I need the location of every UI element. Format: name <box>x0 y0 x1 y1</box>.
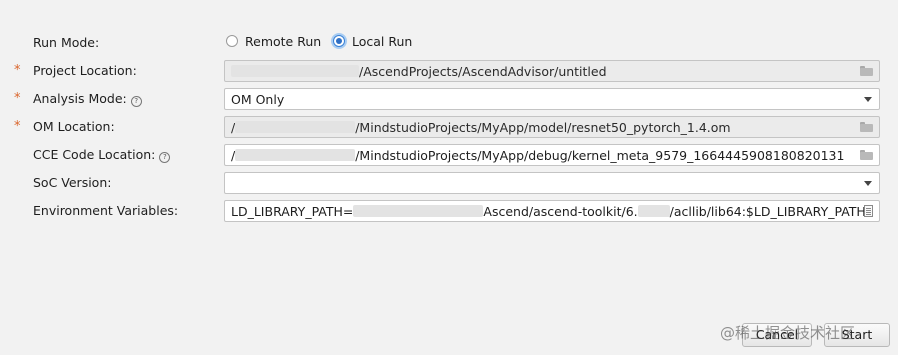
remote-run-label[interactable]: Remote Run <box>245 34 321 49</box>
analysis-mode-select[interactable]: OM Only <box>224 88 880 110</box>
project-location-label: Project Location: <box>33 63 137 78</box>
om-location-field[interactable]: //MindstudioProjects/MyApp/model/resnet5… <box>224 116 880 138</box>
chevron-down-icon[interactable] <box>864 181 872 186</box>
required-mark: * <box>14 63 21 78</box>
project-location-row: * Project Location: /AscendProjects/Asce… <box>0 60 898 82</box>
analysis-mode-label: Analysis Mode: <box>33 91 127 106</box>
soc-version-label: SoC Version: <box>33 175 112 190</box>
redacted-path <box>235 121 356 133</box>
cce-code-location-label-wrap: CCE Code Location:? <box>33 147 171 163</box>
required-mark: * <box>14 91 21 106</box>
environment-variables-row: Environment Variables: LD_LIBRARY_PATH= A… <box>0 200 898 222</box>
folder-icon[interactable] <box>860 66 873 76</box>
cce-code-location-label: CCE Code Location: <box>33 147 156 162</box>
om-location-row: * OM Location: //MindstudioProjects/MyAp… <box>0 116 898 138</box>
environment-variables-field[interactable]: LD_LIBRARY_PATH= Ascend/ascend-toolkit/6.… <box>224 200 880 222</box>
analysis-mode-row: * Analysis Mode:? OM Only <box>0 88 898 110</box>
project-location-value-wrap: /AscendProjects/AscendAdvisor/untitled <box>231 64 607 79</box>
env-var-part-1: LD_LIBRARY_PATH= <box>231 204 354 219</box>
watermark: @稀土掘金技术社区 <box>720 324 856 342</box>
redacted-path <box>231 65 359 77</box>
environment-variables-value: LD_LIBRARY_PATH= Ascend/ascend-toolkit/6.… <box>231 204 866 219</box>
redacted-path <box>235 149 356 161</box>
chevron-down-icon[interactable] <box>864 97 872 102</box>
cce-code-location-value-wrap: //MindstudioProjects/MyApp/debug/kernel_… <box>231 148 844 163</box>
remote-run-radio-dot[interactable] <box>226 35 238 47</box>
run-mode-label: Run Mode: <box>33 35 100 50</box>
edit-document-icon[interactable] <box>864 205 873 217</box>
required-mark: * <box>14 119 21 134</box>
cce-code-location-row: CCE Code Location:? //MindstudioProjects… <box>0 144 898 166</box>
env-var-part-2: Ascend/ascend-toolkit/6. <box>483 204 638 219</box>
help-icon[interactable]: ? <box>130 96 142 107</box>
om-location-value: /MindstudioProjects/MyApp/model/resnet50… <box>355 120 731 135</box>
om-location-label: OM Location: <box>33 119 115 134</box>
cce-code-location-value: /MindstudioProjects/MyApp/debug/kernel_m… <box>355 148 845 163</box>
analysis-mode-label-wrap: Analysis Mode:? <box>33 91 142 107</box>
run-mode-row: Run Mode: Remote Run Local Run <box>0 32 898 54</box>
cce-code-location-field[interactable]: //MindstudioProjects/MyApp/debug/kernel_… <box>224 144 880 166</box>
environment-variables-label: Environment Variables: <box>33 203 179 218</box>
env-var-part-3: /acllib/lib64:$LD_LIBRARY_PATH <box>669 204 866 219</box>
om-location-value-wrap: //MindstudioProjects/MyApp/model/resnet5… <box>231 120 731 135</box>
redacted-version <box>637 205 670 217</box>
local-run-radio-dot[interactable] <box>333 35 345 47</box>
folder-icon[interactable] <box>860 122 873 132</box>
project-location-value: /AscendProjects/AscendAdvisor/untitled <box>359 64 607 79</box>
help-icon[interactable]: ? <box>159 152 171 163</box>
local-run-label[interactable]: Local Run <box>352 34 412 49</box>
soc-version-row: SoC Version: <box>0 172 898 194</box>
redacted-path <box>353 205 484 217</box>
analysis-mode-value: OM Only <box>231 92 285 107</box>
folder-icon[interactable] <box>860 150 873 160</box>
project-location-field[interactable]: /AscendProjects/AscendAdvisor/untitled <box>224 60 880 82</box>
soc-version-select[interactable] <box>224 172 880 194</box>
